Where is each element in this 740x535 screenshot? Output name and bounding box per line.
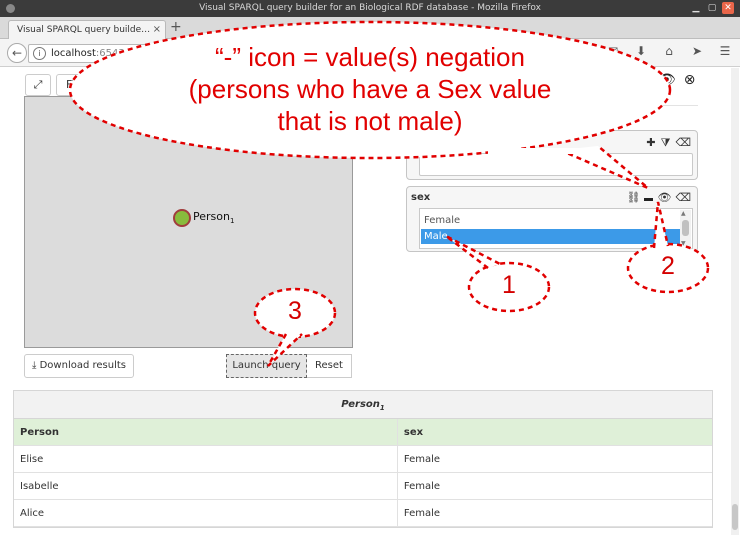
reset-button[interactable]: Reset <box>307 354 352 378</box>
maximize-icon[interactable]: ▢ <box>706 2 718 14</box>
expand-graph-button[interactable]: ⤢ <box>25 74 51 96</box>
eraser-icon[interactable]: ⌫ <box>675 191 691 204</box>
step-number-2: 2 <box>661 252 675 280</box>
table-row: Elise Female <box>14 446 712 473</box>
hamburger-menu-icon[interactable]: ☰ <box>718 44 732 58</box>
scroll-up-icon[interactable]: ▲ <box>681 210 686 217</box>
scroll-thumb[interactable] <box>682 220 689 236</box>
table-cell: Female <box>396 500 712 526</box>
app-menu-icon[interactable] <box>6 4 15 13</box>
tab-bar: Visual SPARQL query builde… × + <box>0 17 740 39</box>
page-scroll-thumb[interactable] <box>732 504 738 530</box>
tab-title: Visual SPARQL query builde… <box>17 25 151 35</box>
callout-text: “-” icon = value(s) negation (persons wh… <box>188 42 552 136</box>
graph-node-person[interactable] <box>173 209 191 227</box>
page-scrollbar[interactable] <box>731 68 739 535</box>
table-cell: Isabelle <box>20 481 59 492</box>
launch-query-button[interactable]: Launch query <box>226 354 307 378</box>
sex-filter-panel: sex ⛓ 👁 ⌫ Female Male ▲ ▼ <box>406 186 698 252</box>
scroll-down-icon[interactable]: ▼ <box>681 240 686 247</box>
results-table: Person1 Person sex Elise Female Isabelle… <box>13 390 713 528</box>
tab-close-icon[interactable]: × <box>153 21 161 39</box>
list-item[interactable]: Female <box>421 213 680 228</box>
eraser-icon[interactable]: ⌫ <box>675 136 691 150</box>
home-icon[interactable]: ⌂ <box>662 44 676 58</box>
eye-icon[interactable]: 👁 <box>658 72 676 88</box>
window-titlebar: Visual SPARQL query builder for an Biolo… <box>0 0 740 17</box>
page-content: ⤢ Fi Person1 👁 ⊗ ✚ ⧩ ⌫ sex ⛓ 👁 ⌫ Female … <box>0 68 740 535</box>
attribute-panel-icons: ✚ ⧩ ⌫ <box>646 136 691 150</box>
expand-icon: ⤢ <box>33 78 43 91</box>
filter-icon[interactable]: ⧩ <box>661 136 671 150</box>
attribute-panel: ✚ ⧩ ⌫ <box>406 130 698 180</box>
unlink-icon[interactable]: ⛓ <box>627 191 641 204</box>
sex-panel-title: sex <box>411 192 431 203</box>
close-circle-icon[interactable]: ⊗ <box>684 72 696 88</box>
download-icon: ⤓ <box>32 360 40 371</box>
eye-icon[interactable]: 👁 <box>657 191 671 204</box>
table-row: Isabelle Female <box>14 473 712 500</box>
browser-tab[interactable]: Visual SPARQL query builde… × <box>8 20 166 39</box>
step-number-1: 1 <box>502 271 516 299</box>
window-title: Visual SPARQL query builder for an Biolo… <box>199 3 541 13</box>
table-cell: Elise <box>20 454 44 465</box>
listbox-scrollbar[interactable]: ▲ ▼ <box>680 210 691 247</box>
panel-header-icons: 👁 ⊗ <box>408 72 698 106</box>
step-number-3: 3 <box>288 297 302 325</box>
close-window-icon[interactable]: ✕ <box>722 2 734 14</box>
attribute-value-box[interactable] <box>419 153 693 176</box>
negation-icon[interactable] <box>644 191 654 204</box>
table-header-row: Person sex <box>14 419 712 446</box>
window-controls: ▁ ▢ ✕ <box>690 2 734 14</box>
results-caption: Person1 <box>14 391 712 419</box>
sex-values-listbox[interactable]: Female Male ▲ ▼ <box>419 208 693 249</box>
table-row: Alice Female <box>14 500 712 527</box>
column-header[interactable]: Person <box>14 419 397 445</box>
table-cell: Female <box>396 446 712 472</box>
graph-node-label: Person1 <box>193 210 235 226</box>
share-icon[interactable]: ➤ <box>690 44 704 58</box>
table-cell: Alice <box>20 508 45 519</box>
new-tab-button[interactable]: + <box>170 19 182 35</box>
sex-panel-icons: ⛓ 👁 ⌫ <box>627 191 692 204</box>
download-results-button[interactable]: ⤓ Download results <box>24 354 134 378</box>
table-cell: Female <box>396 473 712 499</box>
list-item-selected[interactable]: Male <box>421 229 680 244</box>
minimize-icon[interactable]: ▁ <box>690 2 702 14</box>
column-header[interactable]: sex <box>396 419 712 445</box>
add-icon[interactable]: ✚ <box>646 136 655 150</box>
site-info-icon[interactable]: i <box>33 47 46 60</box>
back-icon[interactable]: ← <box>7 43 27 63</box>
